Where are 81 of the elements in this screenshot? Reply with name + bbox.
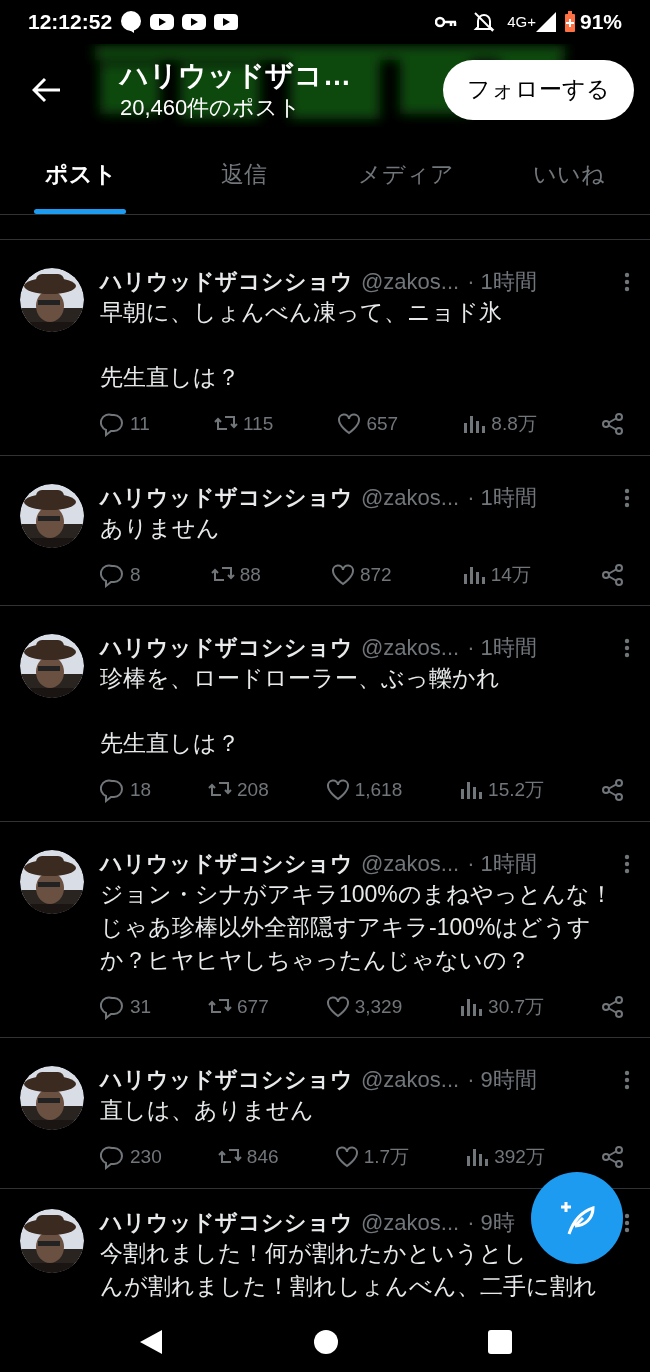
author-handle: @zakos... [361, 483, 460, 512]
key-icon [435, 15, 458, 29]
profile-tab[interactable]: 返信 [162, 135, 325, 214]
chat-bubble-icon [120, 11, 143, 33]
stat-count: 14万 [490, 562, 531, 587]
post-text: 今割れました！何が割れたかというとし [100, 1238, 528, 1268]
stat-count: 8 [130, 562, 141, 587]
share-icon[interactable] [599, 411, 626, 438]
author-handle: @zakos... [361, 268, 460, 296]
stat-count: 11 [130, 412, 150, 436]
clock: 12:12:52 [28, 9, 113, 36]
stat-count: 30.7万 [488, 994, 545, 1019]
stat-count: 15.2万 [488, 778, 545, 802]
author-name[interactable]: ハリウッドザコシショウ [100, 268, 353, 296]
post-time: · 9時間 [467, 1066, 537, 1094]
play-icon [150, 14, 175, 30]
post-text: んが割れました！割れしょんべん、二手に割れ [100, 1271, 598, 1301]
stat-count: 8.8万 [491, 412, 537, 436]
post-text: 早朝に、しょんべん凍って、ニョド氷 [100, 298, 503, 327]
post-time: · 1時間 [467, 634, 537, 662]
post-time: · 1時間 [467, 483, 537, 512]
share-icon[interactable] [600, 993, 626, 1020]
post-text: 先生直しは？ [100, 363, 241, 392]
post-text: 珍棒を、ロードローラー、ぶっ轢かれ [100, 664, 501, 693]
stat-count: 657 [366, 412, 399, 436]
stat-count: 392万 [494, 1145, 545, 1169]
share-icon[interactable] [600, 777, 626, 804]
author-handle: @zakos... [361, 634, 460, 662]
reply-icon[interactable] [100, 777, 126, 804]
reply-icon[interactable] [100, 1144, 126, 1171]
back-icon[interactable] [138, 1328, 165, 1356]
post-time: · 9時 [467, 1208, 515, 1237]
author-name[interactable]: ハリウッドザコシショウ [100, 634, 353, 662]
reply-icon[interactable] [100, 411, 126, 438]
author-name[interactable]: ハリウッドザコシショウ [100, 483, 353, 512]
author-handle: @zakos... [361, 1208, 460, 1237]
post-count: 20,460件のポスト [120, 93, 303, 122]
battery-level: 91% [579, 9, 622, 36]
home-icon[interactable] [313, 1329, 339, 1355]
play-icon [182, 14, 207, 30]
post-text: ありません [100, 513, 221, 543]
stat-count: 18 [130, 778, 152, 802]
stat-count: 1,618 [354, 778, 403, 802]
heart-icon[interactable] [324, 993, 351, 1020]
back-arrow-icon[interactable] [32, 76, 62, 103]
share-icon[interactable] [599, 1144, 626, 1171]
profile-tab[interactable]: いいね [487, 135, 650, 214]
post-text: ジョン・シナがアキラ100%のまねやっとんな！じゃあ珍棒以外全部隠すアキラ-100%はどうすか？ヒヤヒヤしちゃったんじゃないの？ [100, 879, 614, 975]
reply-icon[interactable] [100, 993, 126, 1020]
stat-count: 872 [359, 562, 392, 587]
stat-count: 3,329 [354, 994, 403, 1019]
reply-icon[interactable] [100, 561, 126, 588]
heart-icon[interactable] [329, 561, 356, 588]
signal-icon [535, 12, 556, 32]
author-handle: @zakos... [361, 1066, 460, 1094]
profile-tab[interactable]: メディア [325, 135, 488, 214]
stat-count: 1.7万 [363, 1145, 410, 1169]
post-time: · 1時間 [467, 268, 537, 296]
stat-count: 677 [237, 994, 269, 1019]
stat-count: 31 [130, 994, 152, 1019]
author-name[interactable]: ハリウッドザコシショウ [100, 1208, 353, 1237]
follow-button[interactable]: フォローする [443, 59, 634, 120]
network-type: 4G+ [507, 11, 536, 32]
stat-count: 208 [237, 778, 269, 802]
stat-count: 230 [130, 1145, 162, 1169]
stat-count: 115 [242, 412, 274, 436]
author-handle: @zakos... [361, 849, 460, 878]
battery-icon [563, 11, 576, 33]
post-text: 直しは、ありません [100, 1096, 315, 1125]
stat-count: 846 [246, 1145, 279, 1169]
author-name[interactable]: ハリウッドザコシショウ [100, 1066, 353, 1094]
post-text: 先生直しは？ [100, 729, 241, 758]
recents-icon[interactable] [487, 1330, 512, 1354]
play-icon [214, 14, 239, 30]
stat-count: 88 [239, 562, 261, 587]
author-name[interactable]: ハリウッドザコシショウ [100, 849, 353, 878]
muted-bell-icon [473, 11, 496, 33]
profile-tab[interactable]: ポスト [0, 135, 163, 214]
share-icon[interactable] [600, 561, 626, 588]
post-time: · 1時間 [467, 849, 537, 878]
profile-title: ハリウッドザコ… [120, 58, 351, 93]
